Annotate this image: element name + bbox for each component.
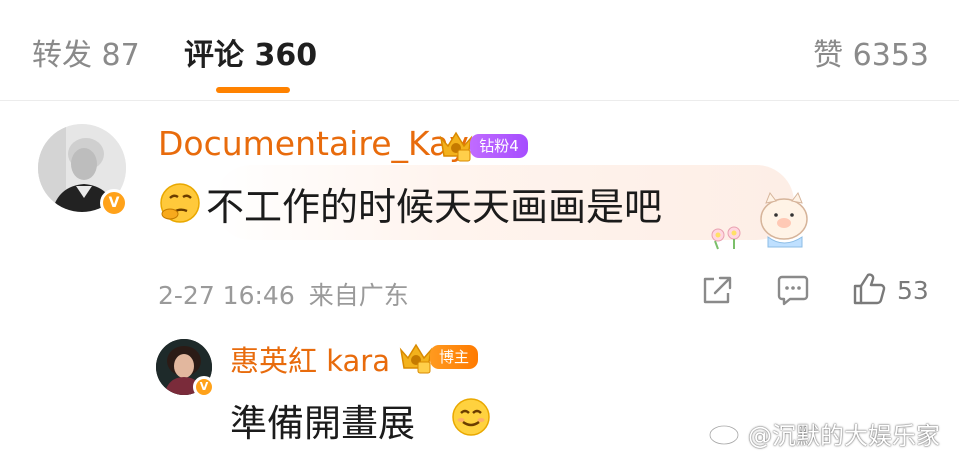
reply-username[interactable]: 惠英紅 kara [230, 338, 390, 380]
reply-verified-badge: V [193, 376, 215, 398]
like-count: 53 [897, 276, 929, 305]
watermark-text: @沉默的大娱乐家 [748, 422, 940, 450]
blogger-badge: 博主 [430, 345, 478, 369]
share-icon[interactable] [700, 274, 734, 306]
pig-sticker-icon [711, 191, 808, 250]
thumbs-up-icon[interactable] [852, 272, 888, 306]
reply-crown-icon [399, 343, 433, 374]
comment-tabs: 转发 87 评论 360 赞 6353 [0, 0, 959, 101]
comment-location: 来自广东 [308, 281, 409, 310]
weibo-logo-icon [708, 419, 744, 446]
tab-comments[interactable]: 评论 360 [184, 30, 317, 74]
verified-badge: V [100, 189, 128, 217]
reply-text: 準備開畫展 [230, 402, 415, 445]
tab-likes[interactable]: 赞 6353 [813, 30, 929, 74]
comment-meta: 2-27 16:46 来自广东 [158, 276, 409, 312]
comment-text: 不工作的时候天天画画是吧 [206, 185, 663, 229]
smile-emoji-icon [452, 398, 490, 436]
fan-level-badge: 钻粉4 [470, 134, 528, 158]
thinking-emoji-icon [160, 183, 200, 223]
tab-repost[interactable]: 转发 87 [32, 30, 140, 74]
crown-icon [439, 131, 473, 162]
reply-icon[interactable] [776, 273, 810, 307]
comment-username[interactable]: Documentaire_Kay [158, 124, 469, 163]
tab-active-indicator [216, 87, 290, 93]
comment-time: 2-27 16:46 [158, 281, 295, 310]
